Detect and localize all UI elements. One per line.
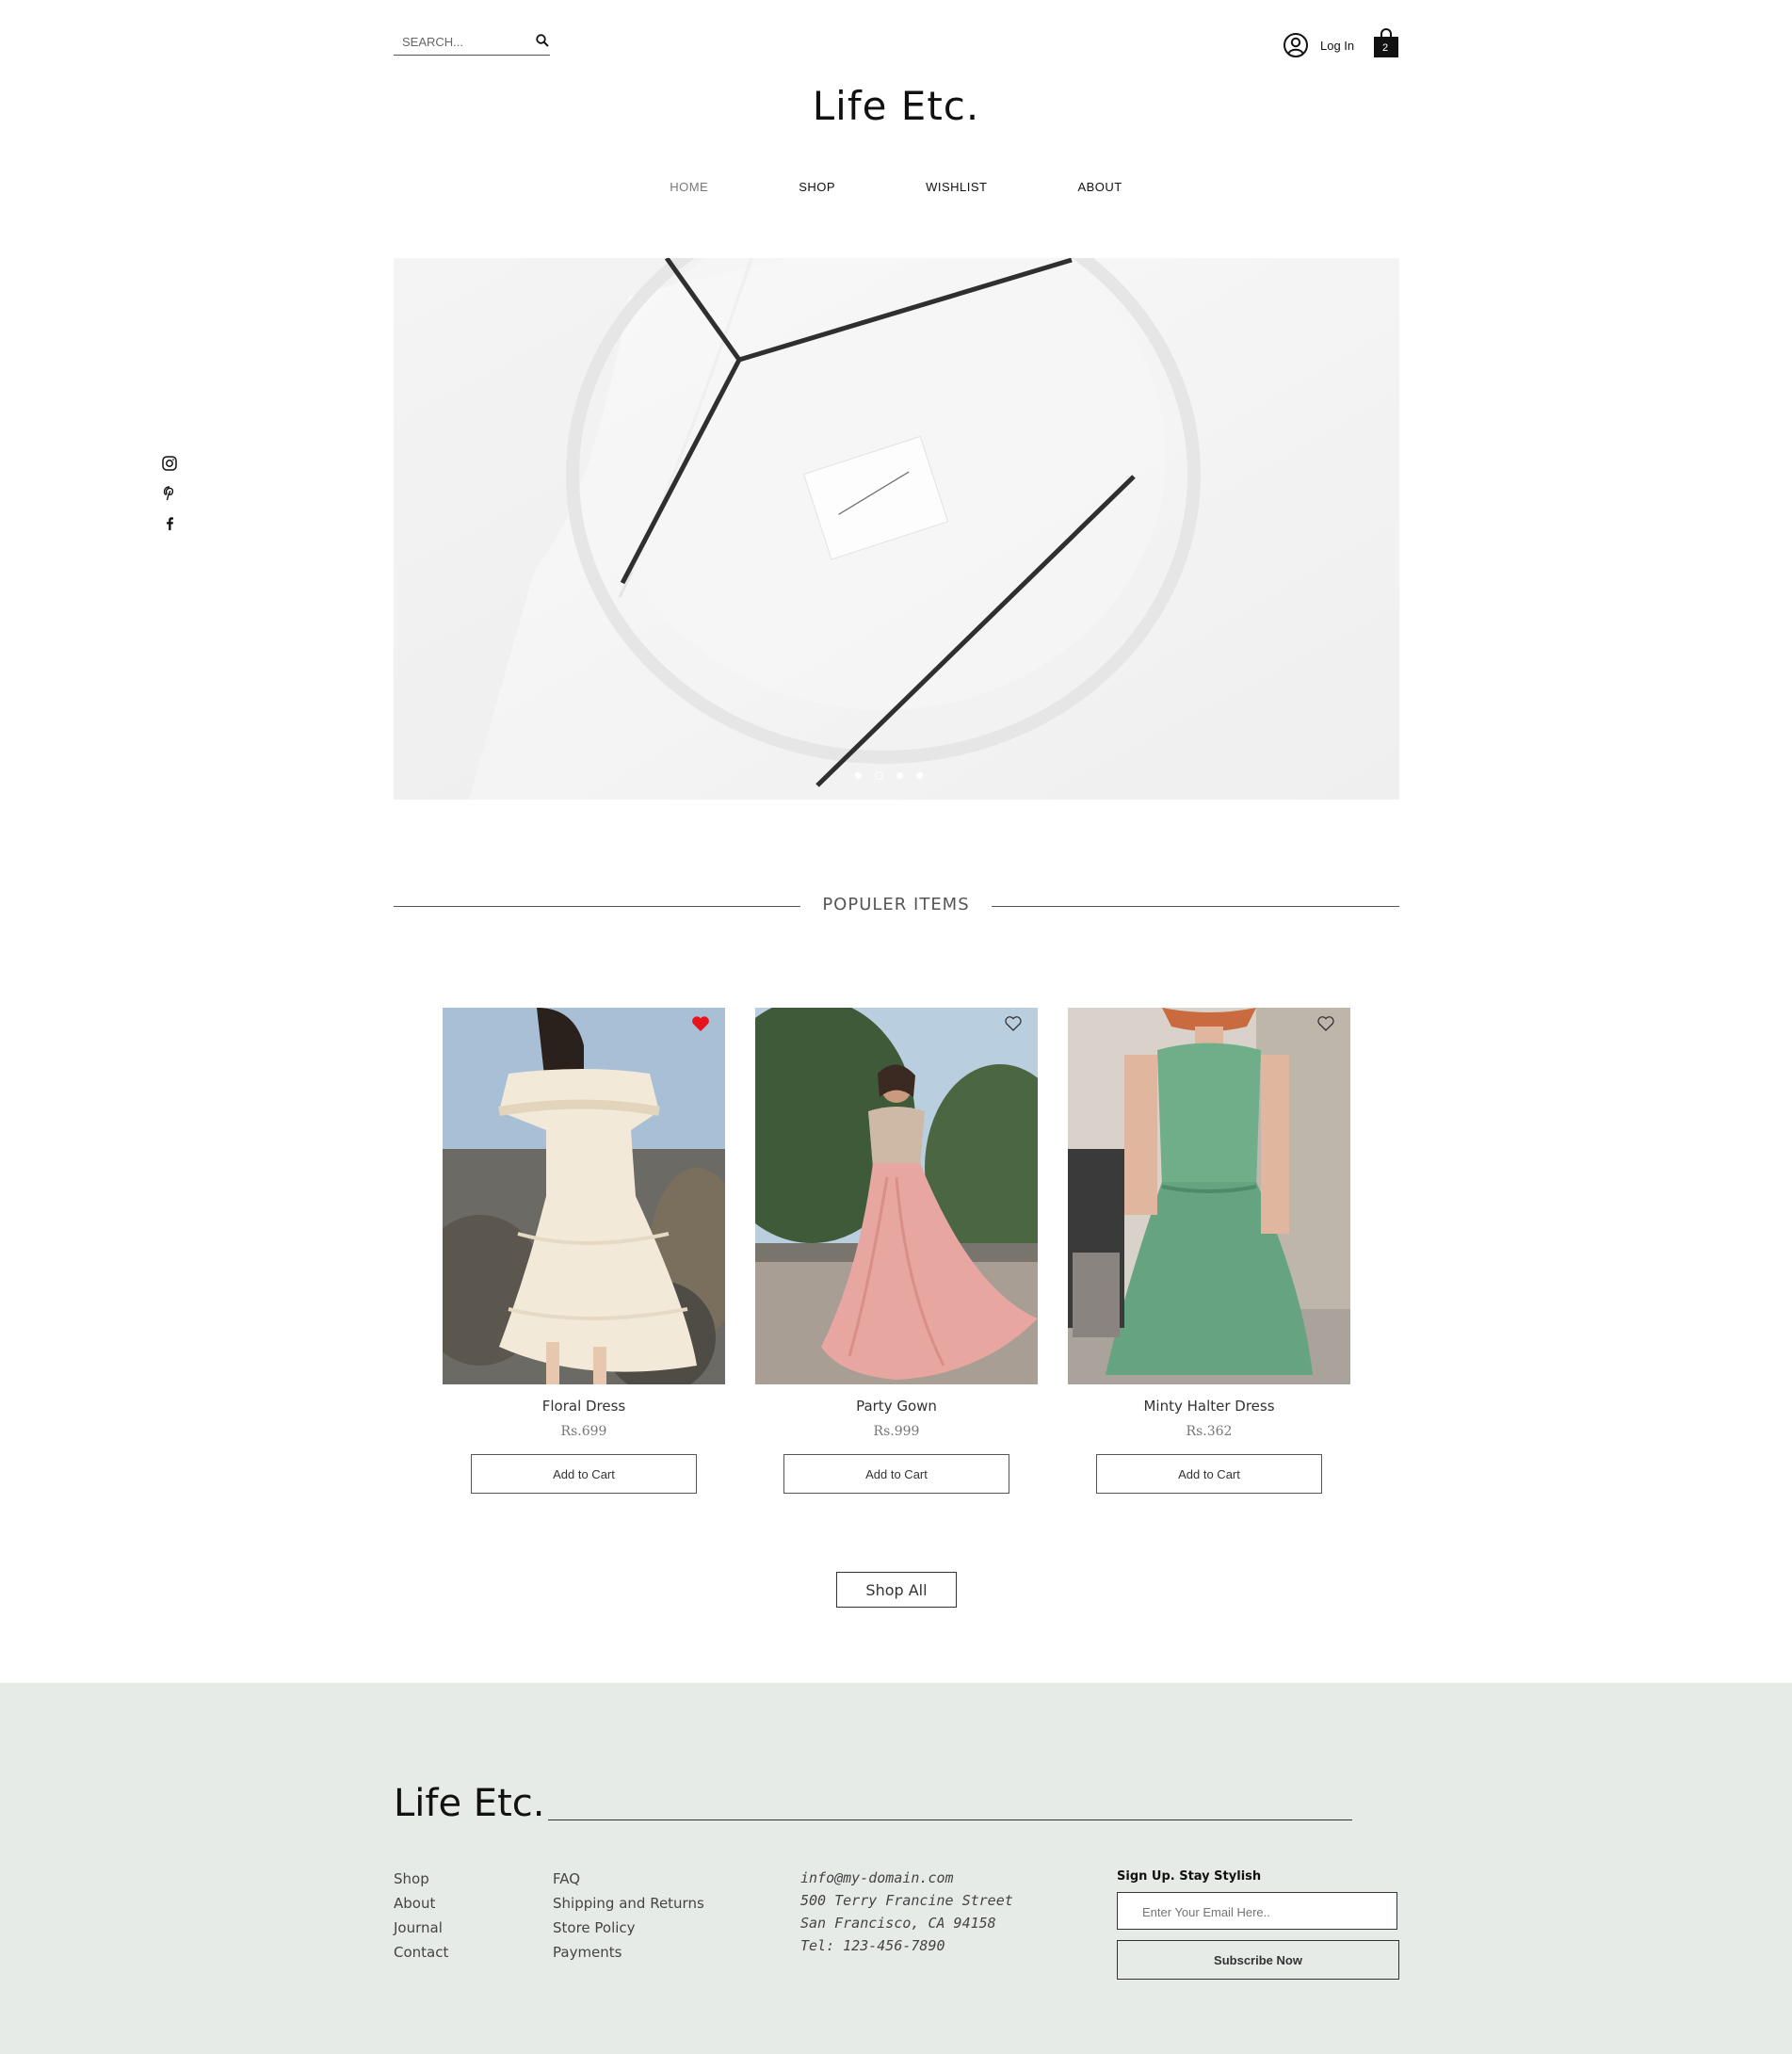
login-label: Log In — [1320, 38, 1355, 53]
footer-logo[interactable]: Life Etc. — [394, 1782, 544, 1825]
footer-link-about[interactable]: About — [394, 1891, 448, 1916]
product-image[interactable] — [1068, 1008, 1350, 1384]
add-to-cart-button[interactable]: Add to Cart — [1096, 1454, 1322, 1494]
nav-wishlist[interactable]: WISHLIST — [926, 180, 987, 194]
cart-count: 2 — [1381, 42, 1389, 54]
site-logo[interactable]: Life Etc. — [0, 83, 1792, 129]
product-card: Floral Dress Rs.699 Add to Cart — [443, 1008, 725, 1494]
footer-link-contact[interactable]: Contact — [394, 1940, 448, 1965]
email-input[interactable] — [1140, 1904, 1389, 1920]
footer-links-secondary: FAQ Shipping and Returns Store Policy Pa… — [553, 1867, 704, 1965]
footer-divider — [548, 1819, 1352, 1820]
product-image[interactable] — [443, 1008, 725, 1384]
hero-slideshow[interactable] — [394, 258, 1399, 800]
email-field[interactable] — [1117, 1892, 1397, 1930]
slide-dot[interactable] — [916, 772, 923, 779]
hero-image — [394, 258, 1399, 800]
footer-link-shipping[interactable]: Shipping and Returns — [553, 1891, 704, 1916]
footer-link-payments[interactable]: Payments — [553, 1940, 704, 1965]
nav-shop[interactable]: SHOP — [799, 180, 835, 194]
instagram-icon[interactable] — [160, 454, 179, 473]
search-input[interactable] — [400, 34, 526, 50]
contact-email[interactable]: info@my-domain.com — [800, 1867, 1013, 1889]
add-to-cart-button[interactable]: Add to Cart — [471, 1454, 697, 1494]
main-nav: HOME SHOP WISHLIST ABOUT — [0, 180, 1792, 194]
footer-link-faq[interactable]: FAQ — [553, 1867, 704, 1891]
heart-filled-icon[interactable] — [691, 1015, 710, 1032]
slide-dot[interactable] — [855, 772, 862, 779]
product-price: Rs.699 — [560, 1424, 607, 1439]
product-card: Party Gown Rs.999 Add to Cart — [755, 1008, 1038, 1494]
facebook-icon[interactable] — [160, 514, 179, 533]
search-icon[interactable] — [535, 33, 550, 48]
signup-title: Sign Up. Stay Stylish — [1117, 1869, 1262, 1884]
social-bar — [160, 454, 179, 544]
shop-all-button[interactable]: Shop All — [836, 1572, 957, 1608]
slide-dot-active[interactable] — [875, 771, 883, 780]
product-price: Rs.999 — [873, 1424, 920, 1439]
add-to-cart-button[interactable]: Add to Cart — [783, 1454, 1009, 1494]
product-price: Rs.362 — [1186, 1424, 1233, 1439]
contact-phone: Tel: 123-456-7890 — [800, 1937, 945, 1954]
login-button[interactable]: Log In — [1283, 32, 1354, 58]
nav-about[interactable]: ABOUT — [1077, 180, 1122, 194]
pinterest-icon[interactable] — [160, 484, 179, 503]
divider-line — [992, 906, 1399, 907]
heart-outline-icon[interactable] — [1004, 1015, 1023, 1032]
footer-link-journal[interactable]: Journal — [394, 1916, 448, 1940]
subscribe-button[interactable]: Subscribe Now — [1117, 1940, 1399, 1980]
cart-button[interactable]: 2 — [1373, 28, 1399, 58]
contact-address: 500 Terry Francine Street — [800, 1892, 1013, 1909]
section-title: POPULER ITEMS — [822, 895, 970, 914]
footer-link-shop[interactable]: Shop — [394, 1867, 448, 1891]
product-image[interactable] — [755, 1008, 1038, 1384]
footer-link-store-policy[interactable]: Store Policy — [553, 1916, 704, 1940]
divider-line — [394, 906, 800, 907]
nav-home[interactable]: HOME — [670, 180, 708, 194]
slide-dot[interactable] — [896, 772, 903, 779]
footer-links-primary: Shop About Journal Contact — [394, 1867, 448, 1965]
product-name: Party Gown — [856, 1398, 937, 1415]
product-name: Floral Dress — [541, 1398, 626, 1415]
search-bar[interactable] — [394, 28, 550, 56]
contact-city: San Francisco, CA 94158 — [800, 1915, 996, 1932]
user-icon — [1283, 33, 1308, 57]
product-name: Minty Halter Dress — [1143, 1398, 1275, 1415]
product-card: Minty Halter Dress Rs.362 Add to Cart — [1068, 1008, 1350, 1494]
slideshow-dots — [855, 771, 923, 780]
heart-outline-icon[interactable] — [1316, 1015, 1335, 1032]
footer-contact: info@my-domain.com 500 Terry Francine St… — [800, 1867, 1013, 1957]
